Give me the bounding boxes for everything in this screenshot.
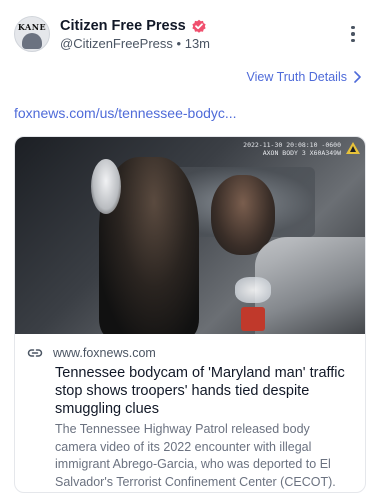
view-truth-details-label: View Truth Details xyxy=(246,70,347,84)
axon-icon xyxy=(346,142,360,154)
bodycam-line2: AXON BODY 3 X60A349W xyxy=(262,149,341,157)
view-truth-details-link[interactable]: View Truth Details xyxy=(246,70,361,84)
preview-body: www.foxnews.com Tennessee bodycam of 'Ma… xyxy=(15,334,365,492)
avatar[interactable]: KANE xyxy=(14,16,50,52)
verified-icon xyxy=(192,19,206,33)
preview-headline[interactable]: Tennessee bodycam of 'Maryland man' traf… xyxy=(55,364,353,418)
scene-seat xyxy=(255,237,365,334)
avatar-face xyxy=(22,32,42,49)
bodycam-timestamp: 2022-11-30 20:08:10 -0600 AXON BODY 3 X6… xyxy=(243,141,341,157)
separator: • xyxy=(176,35,182,51)
scene-hand xyxy=(91,159,121,214)
handle[interactable]: @CitizenFreePress xyxy=(60,36,173,51)
avatar-logo-text: KANE xyxy=(17,21,47,32)
preview-image[interactable]: 2022-11-30 20:08:10 -0600 AXON BODY 3 X6… xyxy=(15,137,365,334)
more-icon[interactable] xyxy=(347,24,359,44)
preview-domain: www.foxnews.com xyxy=(53,346,156,360)
bodycam-line1: 2022-11-30 20:08:10 -0600 xyxy=(243,141,341,149)
post-header: KANE Citizen Free Press @CitizenFreePres… xyxy=(14,14,367,54)
link-preview-card[interactable]: 2022-11-30 20:08:10 -0600 AXON BODY 3 X6… xyxy=(14,136,366,493)
preview-description: The Tennessee Highway Patrol released bo… xyxy=(55,422,336,489)
scene-can xyxy=(241,307,265,331)
author-block: Citizen Free Press @CitizenFreePress • 1… xyxy=(60,18,210,51)
author-name[interactable]: Citizen Free Press xyxy=(60,18,186,34)
handle-row: @CitizenFreePress • 13m xyxy=(60,36,210,51)
scene-person-background xyxy=(211,175,275,255)
link-icon xyxy=(27,349,43,357)
domain-row: www.foxnews.com xyxy=(27,344,353,362)
chevron-right-icon xyxy=(354,71,361,83)
post-time: 13m xyxy=(184,35,211,51)
post-link[interactable]: foxnews.com/us/tennessee-bodyc... xyxy=(14,105,237,121)
scene-bag xyxy=(235,277,271,303)
